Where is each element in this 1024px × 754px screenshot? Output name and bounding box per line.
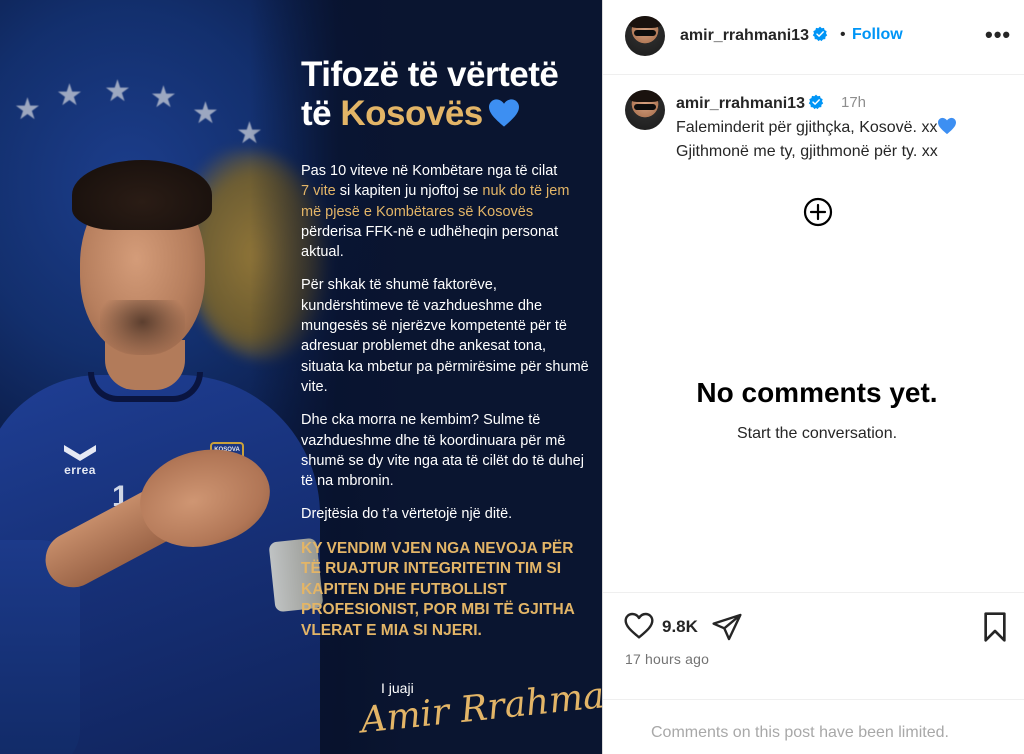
username-text[interactable]: amir_rrahmani13 (680, 27, 809, 44)
para1-part3: si kapiten ju njoftoj se (335, 183, 483, 200)
post-side-panel: amir_rrahmani13 • Follow ••• amir_rrahma… (602, 0, 1024, 754)
caption-line-2: Gjithmonë me ty, gjithmonë për ty. xx (676, 143, 938, 160)
errea-text: errea (64, 463, 96, 477)
errea-mark-icon (64, 445, 96, 461)
caption-avatar[interactable] (625, 90, 665, 130)
jersey-collar (88, 372, 203, 402)
caption-username[interactable]: amir_rrahmani13 (676, 94, 824, 113)
title-line1: Tifozë të vërtetë (301, 55, 559, 94)
post-actions: 9.8K 17 hours ago (603, 592, 1024, 699)
post-header: amir_rrahmani13 • Follow ••• (603, 0, 1024, 75)
verified-badge-icon (808, 94, 824, 110)
plus-circle-icon[interactable] (803, 197, 833, 227)
caption-text: Faleminderit për gjithçka, Kosovë. xx Gj… (676, 116, 1016, 164)
bookmark-icon[interactable] (981, 611, 1009, 643)
comments-limited-text: Comments on this post have been limited. (651, 724, 949, 741)
para1-part5: përderisa FFK-në e udhëheqin personat ak… (301, 223, 559, 261)
caption-line-1-text: Faleminderit për gjithçka, Kosovë. xx (676, 119, 938, 136)
statement-text: Tifozë të vërtetë të Kosovës Pas 10 vite… (301, 55, 591, 641)
signoff: I juaji (381, 680, 414, 696)
comments-limited-footer: Comments on this post have been limited. (603, 699, 1024, 754)
like-count[interactable]: 9.8K (662, 617, 698, 637)
post-image[interactable]: ★ ★ ★ ★ ★ ★ errea KOSOVA 1 Tifozë të vër… (0, 0, 602, 754)
header-username[interactable]: amir_rrahmani13 (680, 26, 828, 45)
para1-part1: Pas 10 viteve në Kombëtare nga të cilat (301, 163, 558, 179)
flag-star-icon: ★ (150, 81, 177, 114)
send-icon[interactable] (711, 611, 743, 643)
statement-caps: KY VENDIM VJEN NGA NEVOJA PËR TË RUAJTUR… (301, 539, 575, 639)
errea-logo: errea (55, 445, 105, 485)
flag-star-icon: ★ (192, 97, 219, 130)
no-comments-subtitle: Start the conversation. (736, 425, 898, 442)
flag-star-icon: ★ (14, 93, 41, 126)
verified-badge-icon (812, 26, 828, 42)
statement-paragraph-4: Drejtësia do t’a vërtetojë një ditë. (301, 506, 513, 523)
statement-paragraph-1: Pas 10 viteve në Kombëtare nga të cilat … (301, 161, 591, 262)
flag-star-icon: ★ (104, 75, 131, 108)
post-age[interactable]: 17 hours ago (625, 651, 709, 667)
caption-timestamp[interactable]: 17h (841, 94, 866, 111)
title-highlight: Kosovës (340, 94, 483, 133)
heart-outline-icon[interactable] (623, 610, 655, 642)
header-separator: • (840, 26, 846, 43)
flag-star-icon: ★ (56, 79, 83, 112)
avatar[interactable] (625, 16, 665, 56)
statement-title: Tifozë të vërtetë të Kosovës (301, 55, 591, 133)
statement-paragraph-2: Për shkak të shumë faktorëve, kundërshti… (301, 277, 589, 395)
blue-heart-icon (938, 117, 957, 135)
player-hair (72, 160, 212, 230)
statement-paragraph-3: Dhe cka morra ne kembim? Sulme të vazhdu… (301, 412, 584, 490)
more-options-button[interactable]: ••• (985, 22, 1011, 48)
title-prefix: të (301, 94, 341, 133)
blue-heart-icon (488, 99, 519, 127)
player-photo: errea KOSOVA 1 (0, 150, 324, 754)
caption-line-1: Faleminderit për gjithçka, Kosovë. xx (676, 116, 1016, 140)
no-comments-title: No comments yet. (696, 377, 938, 408)
caption-username-text[interactable]: amir_rrahmani13 (676, 95, 805, 112)
follow-button[interactable]: Follow (852, 26, 903, 44)
player-beard (100, 300, 185, 355)
para1-highlight-years: 7 vite (301, 183, 336, 200)
